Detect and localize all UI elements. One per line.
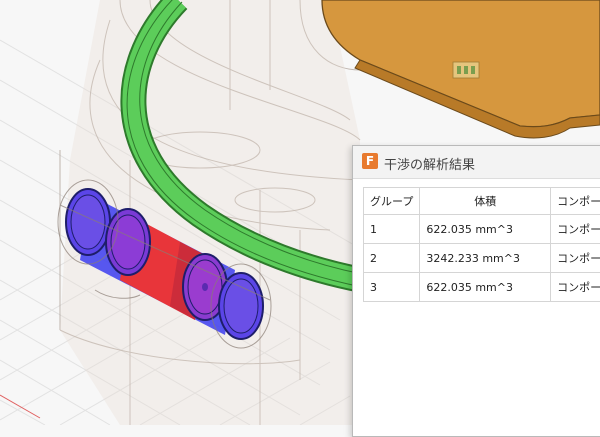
- cell-volume: 622.035 mm^3: [420, 215, 551, 244]
- cell-group: 1: [364, 215, 420, 244]
- fusion-app-icon: F: [362, 153, 378, 169]
- x-axis-line: [0, 395, 40, 418]
- table-header-row: グループ 体積 コンポーネ: [364, 188, 600, 215]
- cell-group: 3: [364, 273, 420, 302]
- dialog-titlebar[interactable]: F 干渉の解析結果: [353, 146, 600, 179]
- dialog-title: 干渉の解析結果: [384, 154, 475, 173]
- interference-results-dialog: F 干渉の解析結果 グループ 体積 コンポーネ 1 622.035 mm^3 コ…: [352, 145, 600, 437]
- cell-group: 2: [364, 244, 420, 273]
- column-header-volume[interactable]: 体積: [420, 188, 551, 215]
- cell-component: コンポーネ: [551, 244, 600, 273]
- table-row[interactable]: 3 622.035 mm^3 コンポーネ: [364, 273, 600, 302]
- table-row[interactable]: 2 3242.233 mm^3 コンポーネ: [364, 244, 600, 273]
- column-header-component[interactable]: コンポーネ: [551, 188, 600, 215]
- cell-component: コンポーネ: [551, 273, 600, 302]
- table-row[interactable]: 1 622.035 mm^3 コンポーネ: [364, 215, 600, 244]
- column-header-group[interactable]: グループ: [364, 188, 420, 215]
- block-feature-icon: [453, 62, 479, 78]
- cell-volume: 3242.233 mm^3: [420, 244, 551, 273]
- cell-volume: 622.035 mm^3: [420, 273, 551, 302]
- cell-component: コンポーネ: [551, 215, 600, 244]
- results-table: グループ 体積 コンポーネ 1 622.035 mm^3 コンポーネ 2 324…: [363, 187, 600, 302]
